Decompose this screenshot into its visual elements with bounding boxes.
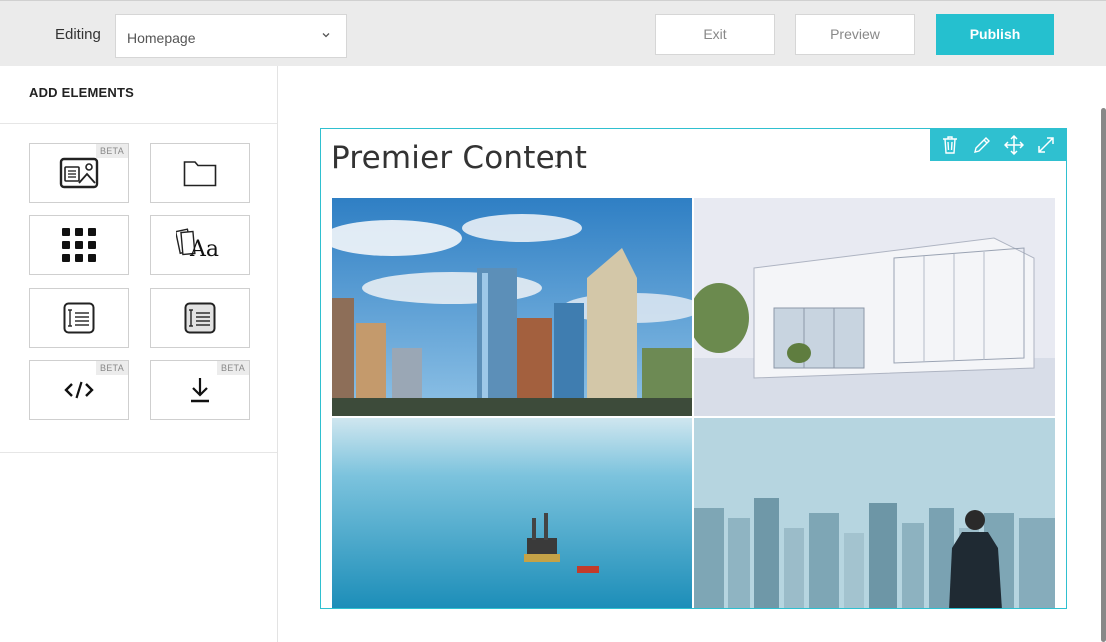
typography-element-tile[interactable]: Aa bbox=[150, 215, 250, 275]
divider bbox=[0, 123, 277, 124]
page-select[interactable]: Homepage bbox=[115, 14, 347, 58]
pencil-icon[interactable] bbox=[970, 133, 994, 157]
page-scrollbar[interactable] bbox=[1101, 108, 1106, 642]
divider bbox=[0, 452, 277, 453]
download-icon bbox=[191, 378, 209, 403]
text-cursor-icon bbox=[555, 151, 561, 167]
code-icon bbox=[64, 381, 94, 399]
svg-text:Aa: Aa bbox=[189, 237, 219, 262]
chevron-down-icon bbox=[322, 33, 330, 38]
code-element-tile[interactable]: BETA bbox=[29, 360, 129, 420]
text-block-filled-icon bbox=[184, 302, 216, 334]
city-skyline-image[interactable] bbox=[332, 198, 692, 416]
folder-icon bbox=[183, 161, 217, 187]
folder-element-tile[interactable] bbox=[150, 143, 250, 203]
grid-element-tile[interactable] bbox=[29, 215, 129, 275]
download-element-tile[interactable]: BETA bbox=[150, 360, 250, 420]
preview-button[interactable]: Preview bbox=[795, 14, 915, 55]
sidebar-title: ADD ELEMENTS bbox=[29, 85, 134, 100]
expand-icon[interactable] bbox=[1034, 133, 1058, 157]
modern-house-image[interactable] bbox=[694, 198, 1055, 416]
beta-badge: BETA bbox=[95, 144, 128, 158]
trash-icon[interactable] bbox=[938, 133, 962, 157]
grid-icon bbox=[62, 228, 96, 262]
add-elements-sidebar: ADD ELEMENTS BETA Aa BETA BETA bbox=[0, 66, 278, 642]
publish-button[interactable]: Publish bbox=[936, 14, 1054, 55]
top-bar: Editing Homepage Exit Preview Publish bbox=[0, 0, 1106, 66]
image-text-element-tile[interactable]: BETA bbox=[29, 143, 129, 203]
move-icon[interactable] bbox=[1002, 133, 1026, 157]
beta-badge: BETA bbox=[95, 361, 128, 375]
text-block-icon bbox=[63, 302, 95, 334]
content-block[interactable]: Premier Content bbox=[320, 128, 1067, 609]
content-title[interactable]: Premier Content bbox=[331, 140, 587, 176]
text-block-filled-element-tile[interactable] bbox=[150, 288, 250, 348]
businessman-skyline-image[interactable] bbox=[694, 418, 1055, 608]
ocean-oil-rig-image[interactable] bbox=[332, 418, 692, 608]
image-text-icon bbox=[59, 157, 99, 189]
page-select-value: Homepage bbox=[127, 30, 196, 46]
block-toolbar bbox=[930, 129, 1066, 161]
editing-label: Editing bbox=[55, 26, 101, 43]
exit-button[interactable]: Exit bbox=[655, 14, 775, 55]
text-block-element-tile[interactable] bbox=[29, 288, 129, 348]
typography-icon: Aa bbox=[176, 228, 219, 262]
beta-badge: BETA bbox=[216, 361, 249, 375]
